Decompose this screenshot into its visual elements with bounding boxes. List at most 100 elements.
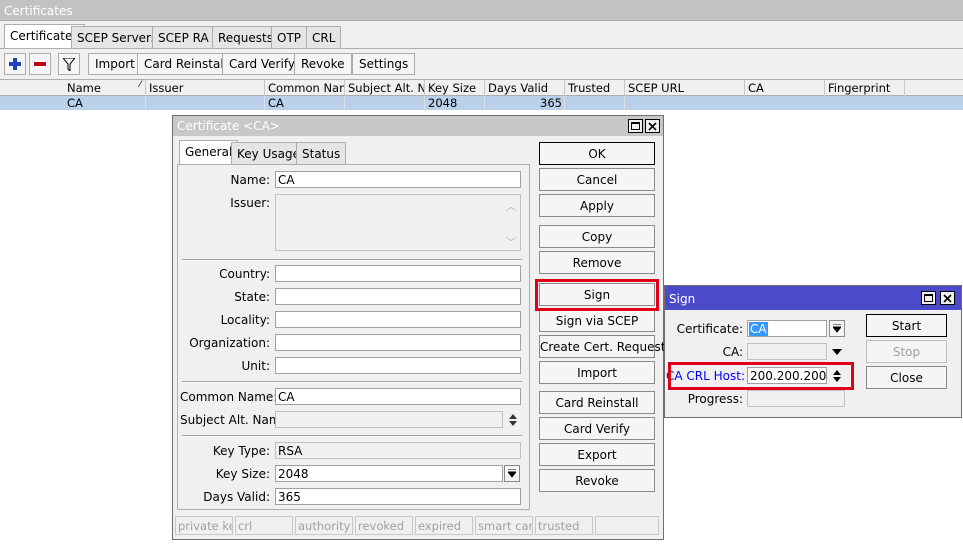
copy-button[interactable]: Copy: [539, 225, 655, 248]
key-size-dropdown-button[interactable]: [504, 465, 520, 482]
table-header: Name⁄ Issuer Common Name Subject Alt. N.…: [0, 79, 963, 96]
progress-label: Progress:: [687, 392, 743, 406]
subject-alt-field[interactable]: [275, 411, 503, 428]
divider: [182, 259, 522, 261]
column-name[interactable]: Name ⁄: [64, 80, 146, 96]
dropdown-arrow-icon: [833, 324, 841, 333]
revoke-cert-button[interactable]: Revoke: [539, 469, 655, 492]
ca-select[interactable]: [747, 343, 827, 360]
apply-button[interactable]: Apply: [539, 194, 655, 217]
card-verify-button[interactable]: Card Verify: [222, 53, 302, 75]
filter-icon: [63, 57, 75, 71]
certificate-select[interactable]: CA: [747, 320, 827, 337]
cell-subject-alt: [345, 96, 425, 110]
start-button[interactable]: Start: [866, 314, 947, 337]
filter-button[interactable]: [58, 53, 80, 75]
card-verify-cert-button[interactable]: Card Verify: [539, 417, 655, 440]
locality-field[interactable]: [275, 311, 521, 328]
progress-field: [747, 390, 845, 407]
maximize-button[interactable]: [921, 291, 936, 305]
tab-scep-servers[interactable]: SCEP Servers: [71, 26, 164, 48]
cancel-button[interactable]: Cancel: [539, 168, 655, 191]
remove-cert-button[interactable]: Remove: [539, 251, 655, 274]
sign-close-button[interactable]: Close: [866, 366, 947, 389]
cell-key-size: 2048: [425, 96, 485, 110]
organization-label: Organization:: [189, 336, 270, 350]
common-name-field[interactable]: CA: [275, 388, 521, 405]
status-expired: expired: [415, 516, 473, 535]
export-button[interactable]: Export: [539, 443, 655, 466]
tab-requests[interactable]: Requests: [212, 26, 279, 48]
certificate-dropdown-button[interactable]: [829, 320, 845, 337]
status-revoked: revoked: [355, 516, 413, 535]
column-ca[interactable]: CA: [745, 80, 825, 96]
days-valid-label: Days Valid:: [203, 490, 270, 504]
card-reinstall-button[interactable]: Card Reinstall: [137, 53, 234, 75]
plus-icon: [9, 58, 21, 70]
column-days-valid[interactable]: Days Valid: [485, 80, 565, 96]
column-fingerprint[interactable]: Fingerprint: [825, 80, 905, 96]
tab-status[interactable]: Status: [296, 142, 347, 164]
add-button[interactable]: [4, 53, 26, 75]
issuer-field[interactable]: [275, 194, 521, 251]
ca-dropdown-icon[interactable]: [830, 343, 844, 360]
column-trusted[interactable]: Trusted: [565, 80, 625, 96]
import-button[interactable]: Import: [88, 53, 142, 75]
column-subject-alt[interactable]: Subject Alt. N...: [345, 80, 425, 96]
key-type-label: Key Type:: [212, 444, 270, 458]
cell-issuer: [146, 96, 265, 110]
stop-button[interactable]: Stop: [866, 340, 947, 363]
close-button[interactable]: [940, 291, 955, 305]
certificate-label: Certificate:: [676, 322, 743, 336]
status-empty: [595, 516, 659, 535]
common-name-label: Common Name:: [180, 390, 278, 404]
tab-scep-ra[interactable]: SCEP RA: [152, 26, 215, 48]
issuer-label: Issuer:: [230, 196, 270, 210]
divider: [182, 435, 522, 437]
maximize-button[interactable]: [628, 119, 643, 133]
settings-button[interactable]: Settings: [352, 53, 416, 75]
days-valid-field[interactable]: 365: [275, 488, 521, 505]
state-field[interactable]: [275, 288, 521, 305]
certificate-dialog-title[interactable]: Certificate <CA>: [173, 116, 663, 136]
remove-button[interactable]: [29, 53, 51, 75]
import-cert-button[interactable]: Import: [539, 361, 655, 384]
key-type-field: RSA: [275, 442, 521, 459]
tab-otp[interactable]: OTP: [271, 26, 308, 48]
card-reinstall-cert-button[interactable]: Card Reinstall: [539, 391, 655, 414]
key-size-field[interactable]: 2048: [275, 465, 503, 482]
sign-highlight: [535, 279, 659, 311]
table-row[interactable]: CA CA 2048 365: [0, 96, 963, 110]
column-issuer[interactable]: Issuer: [146, 80, 265, 96]
scroll-down-icon[interactable]: ﹀: [506, 234, 516, 249]
sign-via-scep-button[interactable]: Sign via SCEP: [539, 309, 655, 332]
create-cert-request-button[interactable]: Create Cert. Request: [539, 335, 665, 358]
status-private-key: private key: [175, 516, 233, 535]
tab-crl[interactable]: CRL: [306, 26, 342, 48]
minus-icon: [34, 62, 46, 66]
tab-key-usage[interactable]: Key Usage: [231, 142, 306, 164]
spinner-icon[interactable]: [506, 411, 520, 428]
tab-general[interactable]: General: [179, 140, 239, 165]
revoke-button[interactable]: Revoke: [294, 53, 352, 75]
close-icon: [648, 121, 657, 131]
sign-dialog-title[interactable]: Sign: [665, 286, 961, 310]
scroll-up-icon[interactable]: ︿: [506, 198, 516, 213]
name-label: Name:: [230, 173, 270, 187]
close-button[interactable]: [645, 119, 660, 133]
maximize-icon: [631, 122, 640, 130]
column-common-name[interactable]: Common Name: [265, 80, 345, 96]
ok-button[interactable]: OK: [539, 142, 655, 165]
organization-field[interactable]: [275, 334, 521, 351]
name-field[interactable]: CA: [275, 171, 521, 188]
cell-trusted: [565, 96, 625, 110]
locality-label: Locality:: [220, 313, 270, 327]
unit-field[interactable]: [275, 357, 521, 374]
column-scep-url[interactable]: SCEP URL: [625, 80, 745, 96]
ca-crl-host-highlight: [668, 362, 854, 390]
cell-name: CA: [64, 96, 146, 110]
ca-label: CA:: [722, 345, 743, 359]
country-field[interactable]: [275, 265, 521, 282]
column-key-size[interactable]: Key Size: [425, 80, 485, 96]
key-size-label: Key Size:: [215, 467, 270, 481]
